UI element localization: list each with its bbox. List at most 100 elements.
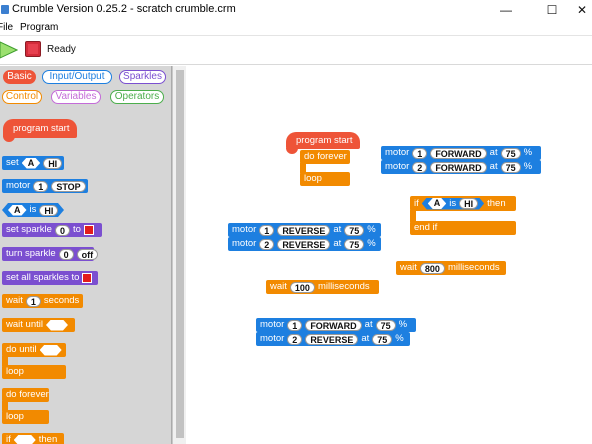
- motor-speed[interactable]: 75: [500, 161, 521, 173]
- motor-label: motor: [232, 238, 257, 249]
- motor-number[interactable]: 1: [412, 147, 428, 159]
- canvas-motor-block[interactable]: motor 1 FORWARD at 75 %: [381, 146, 541, 160]
- motor-number[interactable]: 2: [287, 333, 303, 345]
- motor-speed[interactable]: 75: [375, 319, 396, 331]
- at-label: at: [489, 147, 498, 158]
- motor-number[interactable]: 1: [33, 180, 49, 192]
- motor-speed[interactable]: 75: [372, 333, 393, 345]
- palette-motor-block[interactable]: motor 1 STOP: [2, 179, 88, 193]
- turn-sparkle-number[interactable]: 0: [58, 248, 74, 260]
- wait-value[interactable]: 800: [419, 262, 445, 274]
- motor-speed[interactable]: 75: [500, 147, 521, 159]
- motor-speed[interactable]: 75: [344, 238, 365, 250]
- category-sparkles[interactable]: Sparkles: [119, 70, 166, 84]
- wait-value[interactable]: 1: [25, 295, 41, 307]
- motor-number[interactable]: 2: [259, 238, 275, 250]
- minimize-button[interactable]: —: [489, 0, 523, 20]
- motor-label: motor: [260, 333, 285, 344]
- maximize-button[interactable]: ☐: [535, 0, 569, 20]
- block-palette: Basic Input/Output Sparkles Control Vari…: [0, 66, 172, 444]
- canvas-motor-block[interactable]: motor 2 FORWARD at 75 %: [381, 160, 541, 174]
- run-button[interactable]: [0, 40, 18, 60]
- condition-slot[interactable]: [14, 435, 36, 444]
- scrollbar-thumb[interactable]: [176, 70, 184, 438]
- canvas-motor-block[interactable]: motor 1 REVERSE at 75 %: [228, 223, 381, 237]
- motor-state[interactable]: STOP: [51, 180, 86, 192]
- menu-program[interactable]: Program: [20, 22, 58, 33]
- category-variables[interactable]: Variables: [51, 90, 101, 104]
- is-var[interactable]: A: [8, 205, 27, 216]
- menu-file[interactable]: File: [0, 22, 13, 33]
- stop-button[interactable]: [25, 41, 41, 57]
- palette-do-until[interactable]: do until: [2, 343, 66, 357]
- canvas-wait-100[interactable]: wait 100 milliseconds: [266, 280, 379, 294]
- percent-label: %: [395, 333, 404, 344]
- seconds-label: seconds: [43, 295, 80, 306]
- close-button[interactable]: ✕: [572, 0, 592, 20]
- then-label: then: [487, 197, 506, 209]
- set-var[interactable]: A: [22, 158, 41, 169]
- motor-direction[interactable]: FORWARD: [430, 161, 487, 173]
- wait-label: wait: [270, 281, 287, 292]
- category-basic[interactable]: Basic: [3, 70, 36, 84]
- motor-direction[interactable]: FORWARD: [305, 319, 362, 331]
- condition-slot[interactable]: [46, 320, 68, 331]
- canvas-motor-block[interactable]: motor 2 REVERSE at 75 %: [228, 237, 381, 251]
- palette-turn-sparkle[interactable]: turn sparkle 0 off: [2, 247, 99, 261]
- wait-label: wait: [6, 295, 23, 306]
- percent-label: %: [398, 319, 408, 330]
- canvas-program-start[interactable]: program start: [286, 132, 360, 149]
- palette-wait-seconds[interactable]: wait 1 seconds: [2, 294, 83, 308]
- at-label: at: [333, 238, 342, 249]
- motor-direction[interactable]: REVERSE: [277, 238, 331, 250]
- category-operators[interactable]: Operators: [110, 90, 164, 104]
- motor-direction[interactable]: REVERSE: [305, 333, 359, 345]
- end-if-label: end if: [414, 222, 438, 233]
- palette-set-sparkle[interactable]: set sparkle 0 to: [2, 223, 102, 237]
- milliseconds-label: milliseconds: [447, 262, 500, 273]
- palette-set-all-sparkles[interactable]: set all sparkles to: [2, 271, 98, 285]
- set-value[interactable]: HI: [43, 157, 63, 169]
- set-all-sparkles-label: set all sparkles to: [6, 272, 80, 283]
- window-title: Crumble Version 0.25.2 - scratch crumble…: [12, 3, 236, 15]
- if-value[interactable]: HI: [459, 198, 478, 209]
- palette-do-forever[interactable]: do forever: [2, 388, 49, 402]
- do-forever-label: do forever: [304, 151, 347, 162]
- motor-number[interactable]: 1: [259, 224, 275, 236]
- motor-direction[interactable]: REVERSE: [277, 224, 331, 236]
- minimize-icon: —: [500, 3, 512, 17]
- script-canvas[interactable]: program start do forever loop motor 1 FO…: [186, 66, 592, 444]
- color-swatch[interactable]: [82, 273, 93, 283]
- if-condition[interactable]: A is HI: [422, 198, 484, 210]
- motor-direction[interactable]: FORWARD: [430, 147, 487, 159]
- color-swatch[interactable]: [83, 225, 94, 235]
- canvas-do-forever[interactable]: do forever: [300, 150, 350, 164]
- motor-speed[interactable]: 75: [344, 224, 365, 236]
- loop-label: loop: [6, 411, 24, 422]
- category-control[interactable]: Control: [2, 90, 42, 104]
- canvas-if-then[interactable]: if A is HI then: [410, 196, 516, 211]
- set-sparkle-number[interactable]: 0: [54, 224, 70, 236]
- palette-if-then[interactable]: if then: [2, 433, 64, 444]
- if-var[interactable]: A: [428, 198, 447, 209]
- palette-wait-until[interactable]: wait until: [2, 318, 75, 332]
- to-label: to: [72, 224, 81, 235]
- condition-slot[interactable]: [40, 345, 62, 356]
- at-label: at: [333, 224, 342, 235]
- palette-scrollbar[interactable]: [172, 66, 186, 444]
- motor-number[interactable]: 1: [287, 319, 303, 331]
- canvas-motor-block[interactable]: motor 2 REVERSE at 75 %: [256, 332, 410, 346]
- at-label: at: [361, 333, 370, 344]
- category-input-output[interactable]: Input/Output: [42, 70, 112, 84]
- percent-label: %: [367, 238, 376, 249]
- menu-bar: File Program: [0, 20, 592, 36]
- canvas-motor-block[interactable]: motor 1 FORWARD at 75 %: [256, 318, 416, 332]
- palette-set-block[interactable]: set A HI: [2, 156, 64, 170]
- palette-is-condition[interactable]: A is HI: [2, 203, 64, 217]
- canvas-wait-800[interactable]: wait 800 milliseconds: [396, 261, 506, 275]
- is-value[interactable]: HI: [39, 205, 58, 216]
- motor-number[interactable]: 2: [412, 161, 428, 173]
- palette-do-until-end: loop: [2, 365, 66, 379]
- off-value[interactable]: off: [76, 248, 99, 260]
- wait-value[interactable]: 100: [289, 281, 315, 293]
